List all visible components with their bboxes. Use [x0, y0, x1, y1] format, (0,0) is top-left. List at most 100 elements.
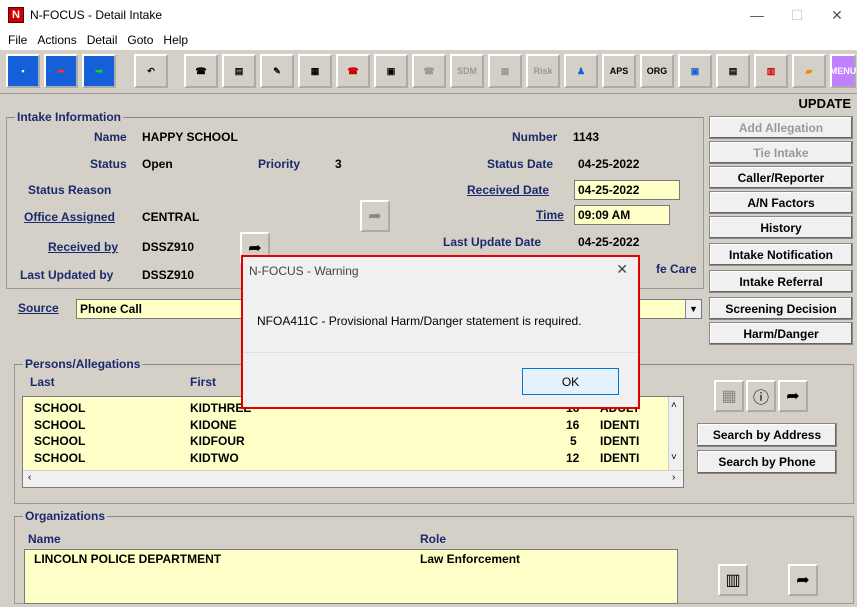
family-icon[interactable]: ♟: [564, 54, 598, 88]
calendar-icon[interactable]: ▣: [374, 54, 408, 88]
intake-referral-button[interactable]: Intake Referral: [709, 270, 853, 293]
office-assigned-link[interactable]: Office Assigned: [24, 210, 115, 224]
minimize-button[interactable]: —: [737, 0, 777, 30]
menu-help[interactable]: Help: [163, 33, 188, 47]
history-button[interactable]: History: [709, 216, 853, 239]
close-window-button[interactable]: ✕: [817, 0, 857, 30]
menu-detail[interactable]: Detail: [87, 33, 118, 47]
building-icon[interactable]: ▥: [718, 564, 748, 596]
table-row[interactable]: SCHOOL: [34, 451, 85, 465]
grid-disabled-icon: ▦: [488, 54, 522, 88]
menu-file[interactable]: File: [8, 33, 27, 47]
ok-button[interactable]: OK: [522, 368, 619, 395]
number-label: Number: [512, 130, 558, 144]
tie-intake-button: Tie Intake: [709, 141, 853, 164]
screening-decision-button[interactable]: Screening Decision: [709, 297, 853, 320]
org-name[interactable]: LINCOLN POLICE DEPARTMENT: [34, 552, 221, 566]
main-menu-icon[interactable]: MENU: [830, 54, 856, 88]
sdm-label: SDM: [457, 66, 477, 76]
search-by-address-button[interactable]: Search by Address: [697, 423, 837, 447]
office-arrow-icon: ➦: [360, 200, 390, 232]
source-dropdown-icon[interactable]: ▼: [685, 300, 701, 318]
status-label: Status: [90, 157, 127, 171]
scroll-left-icon[interactable]: ‹: [28, 472, 31, 483]
home-icon[interactable]: ▪: [6, 54, 40, 88]
menu-actions[interactable]: Actions: [37, 33, 76, 47]
document-icon[interactable]: ▦: [298, 54, 332, 88]
number-value: 1143: [573, 130, 600, 144]
status-reason-label: Status Reason: [28, 183, 112, 197]
aps-icon[interactable]: APS: [602, 54, 636, 88]
person-first: KIDONE: [190, 418, 237, 432]
person-last: SCHOOL: [34, 434, 86, 448]
maximize-button[interactable]: ☐: [777, 0, 817, 30]
time-link[interactable]: Time: [536, 208, 564, 222]
people-icon[interactable]: ☎: [184, 54, 218, 88]
caller-reporter-button[interactable]: Caller/Reporter: [709, 166, 853, 189]
dialog-close-icon[interactable]: ✕: [616, 261, 628, 278]
window-title: N-FOCUS - Detail Intake: [30, 8, 163, 22]
risk-label: Risk: [533, 66, 553, 76]
risk-icon: Risk: [526, 54, 560, 88]
eraser-icon[interactable]: ✎: [260, 54, 294, 88]
sdm-icon: SDM: [450, 54, 484, 88]
menu-bar: File Actions Detail Goto Help: [0, 30, 857, 50]
org-label: ORG: [646, 66, 668, 76]
persons-arrow-icon[interactable]: ➦: [778, 380, 808, 412]
note-icon[interactable]: ▤: [222, 54, 256, 88]
info-icon[interactable]: ⓘ: [746, 380, 776, 412]
intake-information-label: Intake Information: [15, 110, 124, 124]
menu-label: MENU: [829, 66, 857, 76]
last-update-date-value: 04-25-2022: [578, 235, 640, 249]
office-assigned-value: CENTRAL: [142, 210, 200, 224]
scroll-right-icon[interactable]: ›: [672, 472, 675, 483]
table-row[interactable]: SCHOOL: [34, 434, 85, 448]
status-value: Open: [142, 157, 173, 171]
org-arrow-icon[interactable]: ➦: [788, 564, 818, 596]
last-update-date-label: Last Update Date: [443, 235, 542, 249]
menu-goto[interactable]: Goto: [127, 33, 153, 47]
scroll-down-icon[interactable]: ˅: [671, 452, 677, 463]
aps-label: APS: [609, 66, 629, 76]
organizations-label: Organizations: [23, 509, 108, 523]
app-icon: N: [8, 7, 24, 23]
last-updated-by-value: DSSZ910: [142, 268, 195, 282]
screen-icon[interactable]: ▤: [716, 54, 750, 88]
chart-icon[interactable]: ▥: [754, 54, 788, 88]
person-age: 16: [566, 418, 580, 432]
map-icon: ▦: [714, 380, 744, 412]
search-by-phone-button[interactable]: Search by Phone: [697, 450, 837, 474]
org-icon[interactable]: ORG: [640, 54, 674, 88]
scroll-up-icon[interactable]: ˄: [671, 400, 677, 411]
intake-notification-button[interactable]: Intake Notification: [709, 243, 853, 266]
received-date-link[interactable]: Received Date: [467, 183, 549, 197]
priority-label: Priority: [258, 157, 301, 171]
person-last: SCHOOL: [34, 451, 86, 465]
received-by-link[interactable]: Received by: [48, 240, 118, 254]
org-role: Law Enforcement: [420, 552, 521, 566]
forward-arrow-icon[interactable]: ➡: [82, 54, 116, 88]
person-last: SCHOOL: [34, 401, 86, 415]
window-icon[interactable]: ▣: [678, 54, 712, 88]
an-factors-button[interactable]: A/N Factors: [709, 191, 853, 214]
harm-danger-button[interactable]: Harm/Danger: [709, 322, 853, 345]
org-col-role: Role: [420, 532, 447, 546]
persons-col-last: Last: [30, 375, 55, 389]
dialog-title: N-FOCUS - Warning: [249, 264, 359, 278]
mode-indicator: UPDATE: [798, 96, 851, 111]
persons-scrollbar-h[interactable]: [23, 470, 683, 487]
person-role: IDENTI: [600, 451, 640, 465]
table-row[interactable]: SCHOOL: [34, 418, 85, 432]
phone-icon[interactable]: ☎: [336, 54, 370, 88]
undo-icon[interactable]: ↶: [134, 54, 168, 88]
source-link[interactable]: Source: [18, 301, 59, 315]
back-arrow-icon[interactable]: ⬅: [44, 54, 78, 88]
org-col-name: Name: [28, 532, 61, 546]
received-date-field[interactable]: 04-25-2022: [574, 180, 680, 200]
partial-label: fe Care: [656, 262, 697, 276]
table-row[interactable]: SCHOOL: [34, 401, 85, 415]
person-age: 5: [570, 434, 577, 448]
folder-icon[interactable]: ▰: [792, 54, 826, 88]
name-label: Name: [94, 130, 127, 144]
time-field[interactable]: 09:09 AM: [574, 205, 670, 225]
